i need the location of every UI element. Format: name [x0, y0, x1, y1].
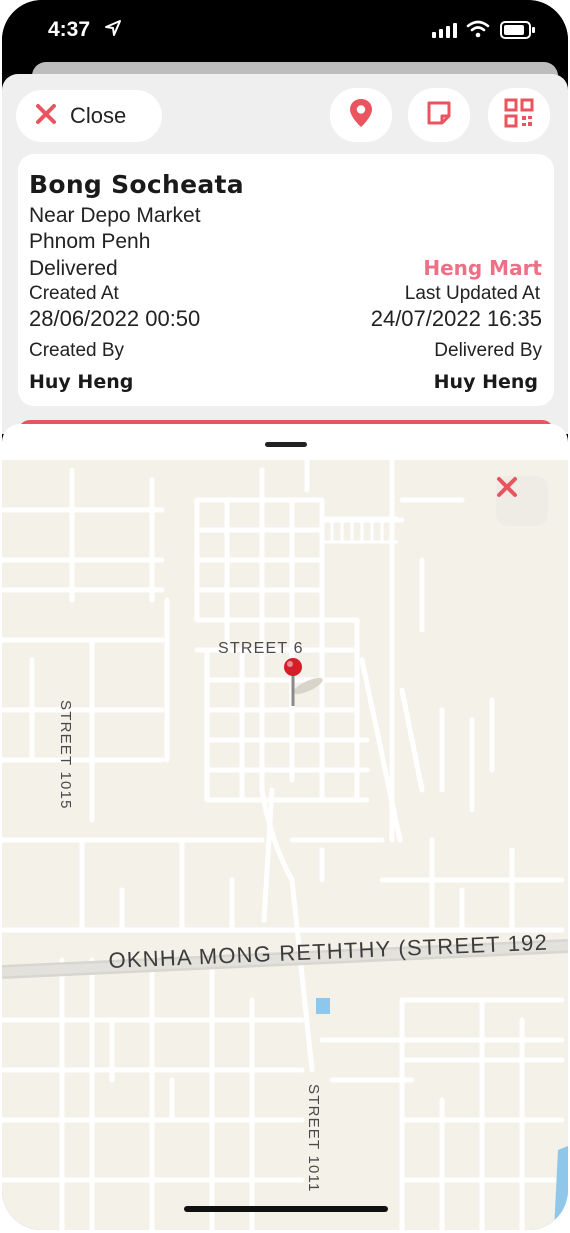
- customer-name: Bong Socheata: [29, 170, 244, 199]
- store-name: Heng Mart: [423, 256, 542, 280]
- close-x-icon: [34, 102, 58, 131]
- address-line-2: Phnom Penh: [29, 230, 151, 253]
- cellular-signal-icon: [432, 22, 458, 43]
- order-status: Delivered: [29, 257, 118, 280]
- qr-code-button[interactable]: [488, 88, 550, 142]
- home-indicator[interactable]: [184, 1206, 388, 1212]
- map-label-street-1011: STREET 1011: [305, 1084, 322, 1193]
- delivered-by-label: Delivered By: [434, 340, 542, 361]
- delivered-by-value: Huy Heng: [433, 371, 538, 393]
- map-sheet: STREET 6 STREET 1015 STREET 1011 OKNHA M…: [2, 424, 568, 1230]
- note-button[interactable]: [408, 88, 470, 142]
- close-button-label: Close: [70, 103, 127, 128]
- status-bar: 4:37: [2, 0, 568, 62]
- map-label-street-6: STREET 6: [218, 640, 304, 657]
- sticky-note-icon: [425, 99, 453, 132]
- phone-screen: 4:37 Close Bong Socheata Near Depo Marke…: [2, 0, 568, 1230]
- updated-at-label: Last Updated At: [404, 283, 540, 304]
- map-streets: [2, 460, 568, 1230]
- order-detail-sheet: Close Bong Socheata Near Depo Market Phn…: [2, 74, 568, 440]
- close-button[interactable]: Close: [16, 90, 162, 142]
- updated-at-value: 24/07/2022 16:35: [370, 306, 542, 331]
- created-at-value: 28/06/2022 00:50: [29, 306, 201, 331]
- location-pin-button[interactable]: [330, 88, 392, 142]
- sheet-grabber[interactable]: [265, 442, 307, 447]
- battery-icon: [500, 21, 536, 44]
- address-line-1: Near Depo Market: [29, 204, 201, 227]
- created-by-value: Huy Heng: [29, 371, 134, 393]
- location-arrow-icon: [104, 19, 122, 42]
- wifi-icon: [466, 20, 490, 43]
- created-at-label: Created At: [29, 283, 119, 304]
- map-label-street-1015: STREET 1015: [57, 700, 74, 810]
- qr-code-icon: [504, 98, 534, 133]
- map-close-button[interactable]: [496, 476, 548, 526]
- map-pin-icon: [347, 97, 375, 134]
- order-info-card: Bong Socheata Near Depo Market Phnom Pen…: [18, 154, 554, 406]
- status-time: 4:37: [48, 18, 91, 41]
- created-by-label: Created By: [29, 340, 125, 361]
- map-view[interactable]: STREET 6 STREET 1015 STREET 1011 OKNHA M…: [2, 460, 568, 1230]
